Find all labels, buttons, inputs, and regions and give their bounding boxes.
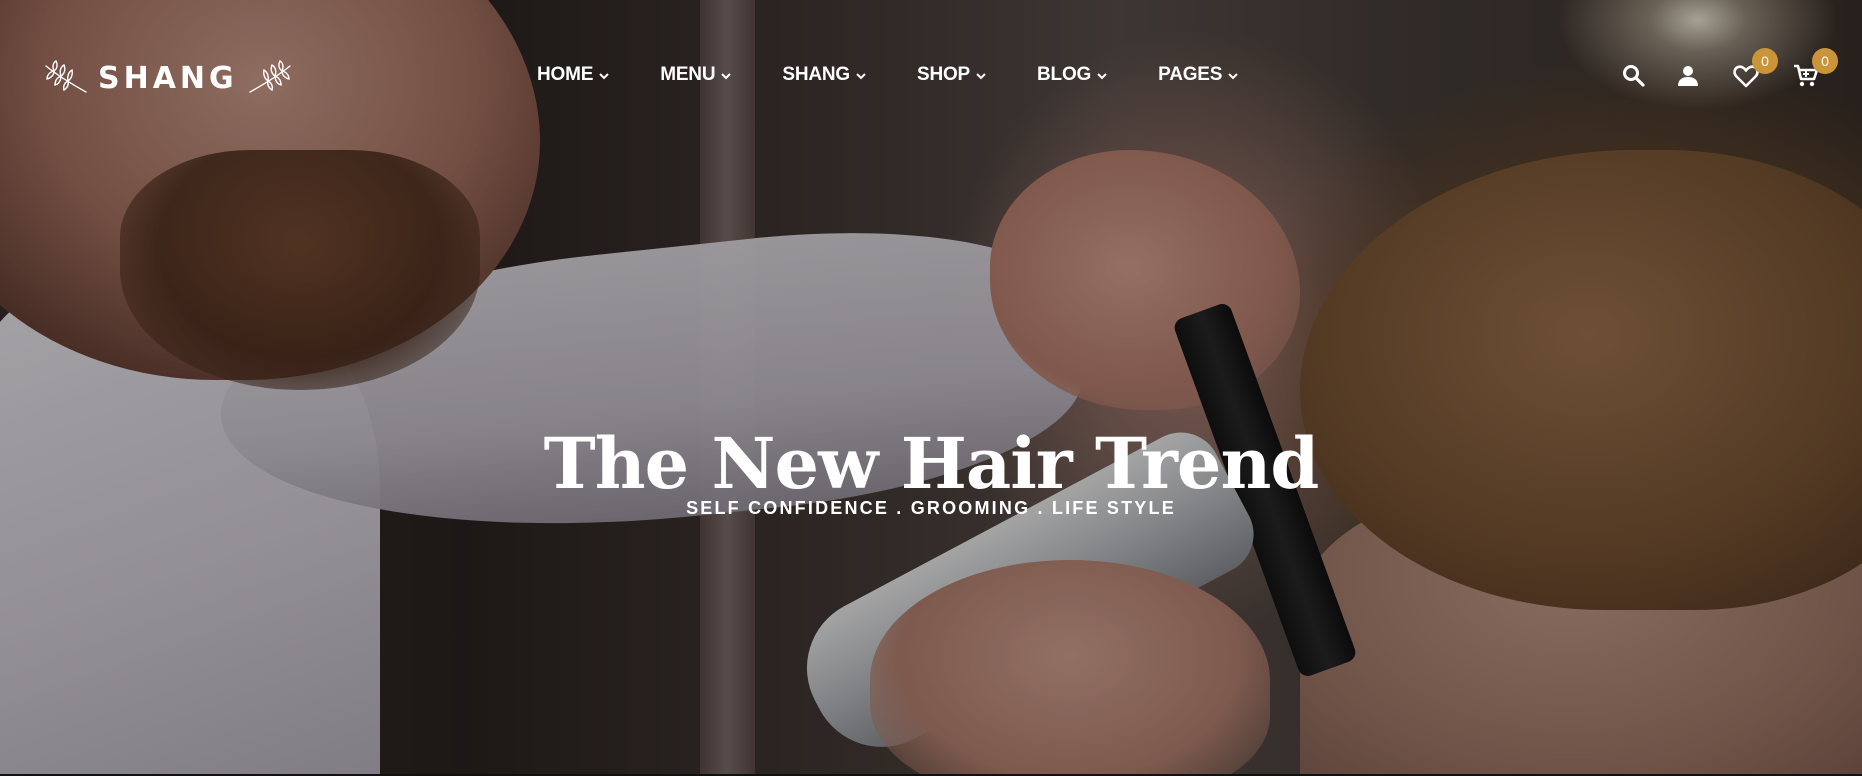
chevron-down-icon (721, 64, 732, 86)
main-nav: HOME MENU SHANG SHOP BLOG PAGES (537, 60, 1289, 90)
site-logo[interactable]: SHANG (44, 58, 292, 98)
nav-item-label: SHOP (916, 64, 971, 85)
nav-item-label: PAGES (1158, 64, 1223, 85)
nav-item-label: SHANG (782, 64, 850, 85)
nav-item-blog[interactable]: BLOG (1037, 64, 1107, 86)
search-button[interactable] (1620, 62, 1648, 90)
wishlist-button[interactable]: 0 (1732, 48, 1778, 90)
laurel-leaf-icon (248, 60, 292, 96)
search-icon (1620, 65, 1648, 94)
cart-count-badge: 0 (1812, 48, 1838, 74)
chevron-down-icon (599, 64, 609, 86)
cart-button[interactable]: 0 (1792, 48, 1838, 90)
nav-item-home[interactable]: HOME (537, 64, 609, 86)
nav-item-shang[interactable]: SHANG (782, 64, 866, 86)
nav-item-menu[interactable]: MENU (660, 64, 732, 86)
wishlist-count-badge: 0 (1752, 48, 1778, 74)
brand-name: SHANG (98, 60, 238, 96)
nav-item-pages[interactable]: PAGES (1158, 64, 1238, 86)
hero-subtitle: SELF CONFIDENCE . GROOMING . LIFE STYLE (686, 498, 1176, 518)
laurel-leaf-icon (44, 60, 88, 96)
site-header: SHANG HOME MENU SHANG SHOP BLOG PAGES 0 … (0, 0, 1862, 150)
nav-item-label: MENU (660, 64, 716, 85)
account-button[interactable] (1674, 62, 1702, 90)
chevron-down-icon (1228, 64, 1238, 86)
chevron-down-icon (1097, 64, 1107, 86)
nav-item-label: BLOG (1037, 64, 1092, 85)
chevron-down-icon (976, 64, 986, 86)
user-icon (1674, 66, 1702, 94)
header-actions: 0 0 (1612, 48, 1852, 96)
nav-item-label: HOME (537, 64, 594, 85)
heart-icon (1732, 65, 1760, 94)
nav-item-shop[interactable]: SHOP (917, 64, 986, 86)
chevron-down-icon (856, 64, 866, 86)
cart-icon (1792, 64, 1820, 94)
